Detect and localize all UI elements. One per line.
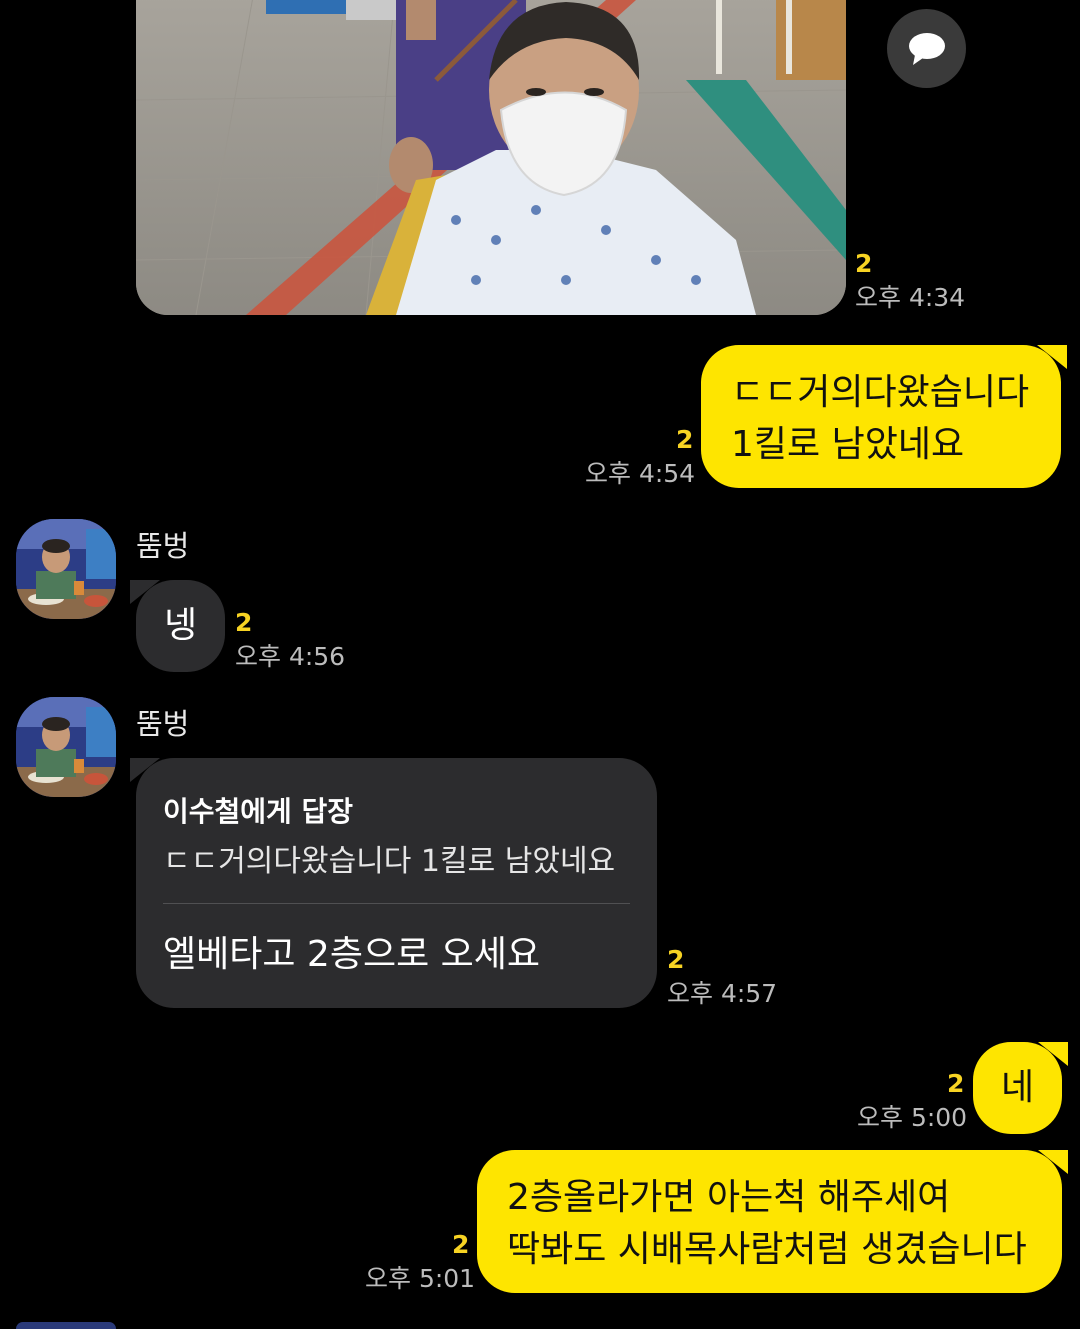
- bubble-tail: [130, 758, 160, 782]
- profile-photo: [16, 697, 116, 797]
- my-message-bubble[interactable]: 네: [973, 1042, 1068, 1134]
- share-button[interactable]: [887, 9, 966, 88]
- bubble-tail: [1037, 345, 1067, 369]
- message-timestamp: 오후 4:56: [235, 642, 346, 671]
- unread-count: 2: [452, 1230, 470, 1259]
- other-message-bubble[interactable]: 넹: [130, 580, 225, 672]
- message-text-line: ㄷㄷ거의다왔습니다: [731, 372, 1030, 413]
- avatar[interactable]: [16, 519, 116, 619]
- unread-count: 2: [667, 945, 685, 974]
- reply-quoted-text: ㄷㄷ거의다왔습니다 1킬로 남았네요: [163, 844, 616, 879]
- my-message-bubble[interactable]: 2층올라가면 아는척 해주세여 딱봐도 시배목사람처럼 생겼습니다: [477, 1150, 1068, 1293]
- message-text-line: 딱봐도 시배목사람처럼 생겼습니다: [507, 1229, 1027, 1270]
- hospital-photo: [136, 0, 846, 315]
- bubble-tail: [1038, 1150, 1068, 1174]
- bubble-tail: [1038, 1042, 1068, 1066]
- unread-count: 2: [855, 249, 873, 278]
- reply-message-bubble[interactable]: 이수철에게 답장 ㄷㄷ거의다왔습니다 1킬로 남았네요 엘베타고 2층으로 오세…: [130, 758, 657, 1008]
- unread-count: 2: [676, 425, 694, 454]
- bubble-tail: [130, 580, 160, 604]
- sender-name: 뚬벙: [136, 707, 190, 741]
- unread-count: 2: [235, 608, 253, 637]
- unread-count: 2: [947, 1069, 965, 1098]
- message-timestamp: 오후 4:57: [667, 979, 778, 1008]
- message-timestamp: 오후 4:34: [855, 283, 966, 312]
- message-text-line: 넹: [163, 605, 198, 646]
- sender-name: 뚬벙: [136, 529, 190, 563]
- reply-target-name: 이수철에게 답장: [163, 795, 354, 828]
- reply-divider: [163, 903, 630, 904]
- message-timestamp: 오후 4:54: [585, 459, 696, 488]
- photo-message-image[interactable]: [136, 0, 846, 315]
- message-text-line: 엘베타고 2층으로 오세요: [163, 934, 540, 975]
- message-text-line: 네: [1000, 1067, 1035, 1108]
- my-message-bubble[interactable]: ㄷㄷ거의다왔습니다 1킬로 남았네요: [701, 345, 1067, 488]
- profile-photo: [16, 519, 116, 619]
- avatar[interactable]: [16, 697, 116, 797]
- speech-bubble-icon: [908, 32, 945, 65]
- message-timestamp: 오후 5:01: [365, 1264, 476, 1293]
- avatar[interactable]: [16, 1322, 116, 1329]
- message-text-line: 2층올라가면 아는척 해주세여: [507, 1177, 951, 1218]
- message-timestamp: 오후 5:00: [857, 1103, 968, 1132]
- message-text-line: 1킬로 남았네요: [731, 424, 965, 465]
